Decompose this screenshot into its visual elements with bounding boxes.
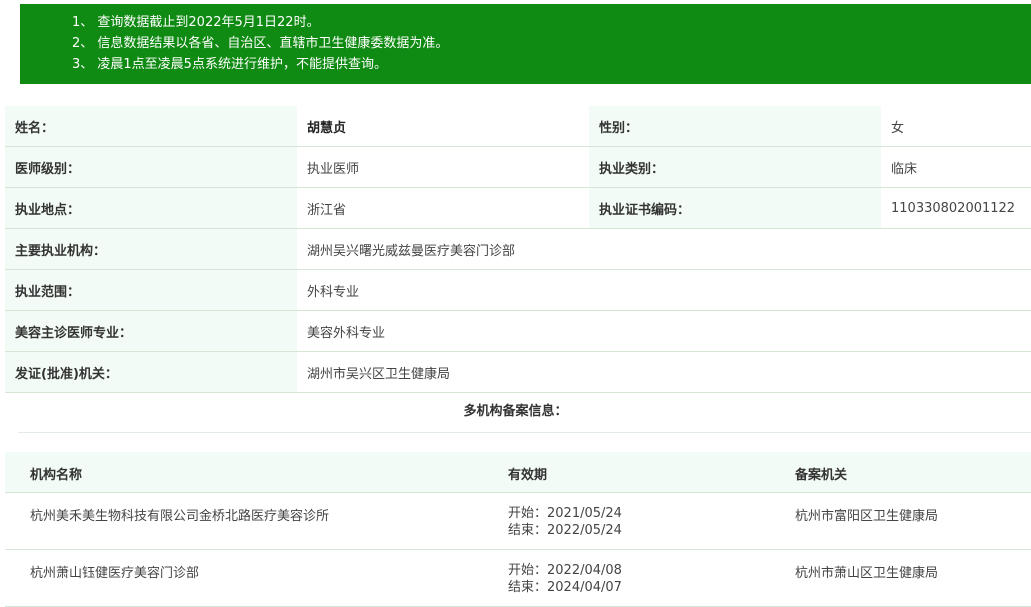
divider [18, 432, 1031, 433]
table-row: 杭州萧山钰健医疗美容门诊部 开始：2022/04/08 结束：2024/04/0… [5, 550, 1031, 607]
name-label: 姓名： [5, 106, 297, 147]
category-value: 临床 [881, 146, 1031, 188]
table-row: 执业范围： 外科专业 [5, 269, 1031, 311]
notice-line: 1、 查询数据截止到2022年5月1日22时。 [72, 15, 320, 30]
authority: 杭州市萧山区卫生健康局 [795, 566, 939, 581]
scope-value: 外科专业 [297, 269, 1031, 311]
org-name: 杭州美禾美生物科技有限公司金桥北路医疗美容诊所 [30, 509, 330, 524]
validity: 开始：2021/05/24 结束：2022/05/24 [508, 505, 622, 539]
notice-line: 2、 信息数据结果以各省、自治区、直辖市卫生健康委数据为准。 [72, 36, 449, 51]
location-label: 执业地点： [5, 187, 297, 229]
header-authority: 备案机关 [795, 468, 848, 483]
issuer-label: 发证(批准)机关： [5, 351, 297, 393]
header-validity: 有效期 [508, 468, 548, 483]
gender-value: 女 [881, 106, 1031, 147]
org-name: 杭州萧山钰健医疗美容门诊部 [30, 566, 200, 581]
name-value: 胡慧贞 [297, 106, 589, 147]
scope-label: 执业范围： [5, 269, 297, 311]
validity: 开始：2022/04/08 结束：2024/04/07 [508, 562, 622, 596]
table-row: 姓名： 胡慧贞 性别： 女 [5, 106, 1031, 147]
header-org-name: 机构名称 [30, 468, 83, 483]
cosmetic-label: 美容主诊医师专业： [5, 310, 297, 352]
org-label: 主要执业机构： [5, 228, 297, 270]
multi-org-title: 多机构备案信息： [463, 404, 568, 419]
category-label: 执业类别： [589, 146, 881, 188]
table-row: 主要执业机构： 湖州吴兴曙光威兹曼医疗美容门诊部 [5, 228, 1031, 270]
validity-start: 开始：2022/04/08 [508, 563, 622, 578]
validity-end: 结束：2022/05/24 [508, 523, 622, 538]
table-row: 美容主诊医师专业： 美容外科专业 [5, 310, 1031, 352]
table-row: 执业地点： 浙江省 执业证书编码： 110330802001122 [5, 187, 1031, 229]
notice-line: 3、 凌晨1点至凌晨5点系统进行维护，不能提供查询。 [72, 57, 387, 72]
notice-banner: 1、 查询数据截止到2022年5月1日22时。 2、 信息数据结果以各省、自治区… [20, 4, 1031, 84]
validity-start: 开始：2021/05/24 [508, 506, 622, 521]
validity-end: 结束：2024/04/07 [508, 580, 622, 595]
cosmetic-value: 美容外科专业 [297, 310, 1031, 352]
doctor-info-table: 姓名： 胡慧贞 性别： 女 医师级别： 执业医师 执业类别： 临床 执业地点： … [5, 106, 1031, 393]
authority: 杭州市富阳区卫生健康局 [795, 509, 939, 524]
gender-label: 性别： [589, 106, 881, 147]
table-row: 发证(批准)机关： 湖州市吴兴区卫生健康局 [5, 351, 1031, 393]
issuer-value: 湖州市吴兴区卫生健康局 [297, 351, 1031, 393]
level-label: 医师级别： [5, 146, 297, 188]
table-row: 杭州美禾美生物科技有限公司金桥北路医疗美容诊所 开始：2021/05/24 结束… [5, 493, 1031, 550]
org-value: 湖州吴兴曙光威兹曼医疗美容门诊部 [297, 228, 1031, 270]
cert-label: 执业证书编码： [589, 187, 881, 229]
cert-value: 110330802001122 [881, 187, 1031, 229]
table-row: 医师级别： 执业医师 执业类别： 临床 [5, 146, 1031, 188]
level-value: 执业医师 [297, 146, 589, 188]
location-value: 浙江省 [297, 187, 589, 229]
multi-org-header: 机构名称 有效期 备案机关 [5, 452, 1031, 493]
